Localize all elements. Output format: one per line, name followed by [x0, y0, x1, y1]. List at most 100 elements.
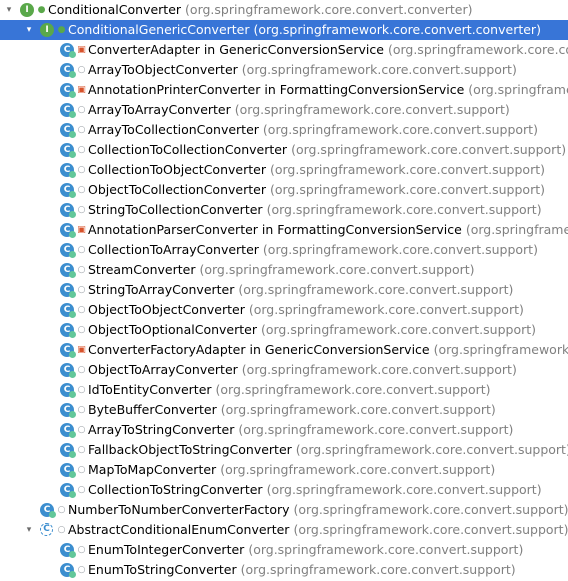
package-visibility-icon: ○	[77, 65, 86, 75]
tree-row-label: StringToArrayConverter (org.springframewo…	[88, 280, 513, 300]
package-visibility-icon: ○	[77, 485, 86, 495]
package-visibility-icon: ○	[77, 405, 86, 415]
package-visibility-icon: ○	[77, 545, 86, 555]
package-visibility-icon: ○	[77, 385, 86, 395]
tree-row[interactable]: C ○ StreamConverter (org.springframework.co…	[0, 260, 568, 280]
tree-row[interactable]: C ○ MapToMapConverter (org.springframework.…	[0, 460, 568, 480]
leaf-badge-icon	[69, 571, 76, 578]
tree-row[interactable]: C ○ ObjectToCollectionConverter (org.spring…	[0, 180, 568, 200]
private-lock-icon: ▣	[77, 345, 86, 355]
type-name: StreamConverter	[88, 262, 196, 277]
type-name: ObjectToOptionalConverter	[88, 322, 257, 337]
package-visibility-icon: ○	[77, 265, 86, 275]
tree-row[interactable]: C ○ ObjectToArrayConverter (org.springframe…	[0, 360, 568, 380]
type-name: AbstractConditionalEnumConverter	[68, 522, 290, 537]
tree-row[interactable]: C ▣ AnnotationPrinterConverter in Formatti…	[0, 80, 568, 100]
tree-row[interactable]: C ○ NumberToNumberConverterFactory (org.spr…	[0, 500, 568, 520]
leaf-badge-icon	[69, 231, 76, 238]
tree-row[interactable]: C ○ ArrayToCollectionConverter (org.springf…	[0, 120, 568, 140]
package-name: (org.springframework.core.convert.suppor…	[266, 202, 542, 217]
package-visibility-icon: ○	[77, 565, 86, 575]
package-visibility-icon: ○	[77, 185, 86, 195]
leaf-badge-icon	[69, 311, 76, 318]
tree-row[interactable]: ▾ I ● ConditionalGenericConverter (org.sprin…	[0, 20, 568, 40]
package-name: (org.springframework.core.convert.suppor…	[291, 142, 567, 157]
tree-row[interactable]: C ○ ArrayToObjectConverter (org.springframe…	[0, 60, 568, 80]
leaf-badge-icon	[69, 251, 76, 258]
tree-row[interactable]: C ○ ByteBufferConverter (org.springframewor…	[0, 400, 568, 420]
tree-row[interactable]: C ○ ObjectToObjectConverter (org.springfram…	[0, 300, 568, 320]
package-visibility-icon: ○	[77, 445, 86, 455]
tree-row[interactable]: C ○ FallbackObjectToStringConverter (org.sp…	[0, 440, 568, 460]
tree-row[interactable]: C ○ CollectionToArrayConverter (org.springf…	[0, 240, 568, 260]
tree-row[interactable]: C ▣ AnnotationParserConverter in Formattin…	[0, 220, 568, 240]
tree-row[interactable]: C ▣ ConverterFactoryAdapter in GenericConv…	[0, 340, 568, 360]
leaf-badge-icon	[69, 451, 76, 458]
tree-row[interactable]: ▾ I ● ConditionalConverter (org.springframew…	[0, 0, 568, 20]
public-visibility-icon: ●	[37, 5, 46, 15]
tree-row[interactable]: C ○ CollectionToStringConverter (org.spring…	[0, 480, 568, 500]
type-hierarchy-tree[interactable]: ▾ I ● ConditionalConverter (org.springframew…	[0, 0, 568, 581]
leaf-badge-icon	[69, 471, 76, 478]
package-visibility-icon: ○	[57, 505, 66, 515]
type-name: StringToArrayConverter	[88, 282, 235, 297]
expand-arrow-icon[interactable]: ▾	[4, 0, 14, 20]
package-name: (org.springframework.core.convert.suppor…	[215, 382, 491, 397]
package-name: (org.springframework.core.convert.suppor…	[262, 122, 538, 137]
tree-row-label: IdToEntityConverter (org.springframework.…	[88, 380, 491, 400]
tree-row[interactable]: C ○ ArrayToStringConverter (org.springframe…	[0, 420, 568, 440]
tree-row[interactable]: C ○ ArrayToArrayConverter (org.springframew…	[0, 100, 568, 120]
abstract-class-icon: C	[40, 523, 53, 536]
tree-row[interactable]: ▾ C ○ AbstractConditionalEnumConverter (org.…	[0, 520, 568, 540]
tree-row[interactable]: C ○ CollectionToCollectionConverter (org.sp…	[0, 140, 568, 160]
tree-row[interactable]: C ○ ObjectToOptionalConverter (org.springfr…	[0, 320, 568, 340]
package-name: (org.springframework.core.convert.suppor…	[240, 562, 516, 577]
public-visibility-icon: ●	[57, 25, 66, 35]
package-name: (org.springframework.core.convert.suppor…	[295, 442, 568, 457]
leaf-badge-icon	[69, 351, 76, 358]
leaf-badge-icon	[69, 211, 76, 218]
package-name: (org.springframework.core.convert.suppor…	[266, 482, 542, 497]
leaf-badge-icon	[69, 51, 76, 58]
tree-row-label: EnumToIntegerConverter (org.springframewo…	[88, 540, 523, 560]
package-name: (org.springframework.core.convert.suppor…	[269, 182, 545, 197]
tree-row-label: ConditionalConverter (org.springframework…	[48, 0, 472, 20]
type-name: ArrayToCollectionConverter	[88, 122, 259, 137]
tree-row[interactable]: C ○ IdToEntityConverter (org.springframewor…	[0, 380, 568, 400]
type-name: FallbackObjectToStringConverter	[88, 442, 292, 457]
leaf-badge-icon	[69, 551, 76, 558]
tree-row-label: ObjectToOptionalConverter (org.springfram…	[88, 320, 536, 340]
package-visibility-icon: ○	[77, 145, 86, 155]
type-name: ObjectToArrayConverter	[88, 362, 238, 377]
tree-row[interactable]: C ○ CollectionToObjectConverter (org.spring…	[0, 160, 568, 180]
package-name: (org.springframework.core.convert.conver…	[253, 22, 541, 37]
leaf-badge-icon	[69, 411, 76, 418]
tree-row-label: CollectionToObjectConverter (org.springfr…	[88, 160, 545, 180]
package-visibility-icon: ○	[77, 125, 86, 135]
package-name: (org.springframework.core.convert.suppor…	[293, 522, 568, 537]
tree-row-label: CollectionToCollectionConverter (org.spri…	[88, 140, 566, 160]
tree-row[interactable]: C ▣ ConverterAdapter in GenericConversionS…	[0, 40, 568, 60]
tree-row-label: CollectionToArrayConverter (org.springfra…	[88, 240, 538, 260]
type-name: ConverterAdapter in GenericConversionSer…	[88, 42, 384, 57]
leaf-badge-icon	[69, 191, 76, 198]
package-name: (org.springframework.core.convert.suppor…	[234, 102, 510, 117]
package-visibility-icon: ○	[77, 425, 86, 435]
expand-arrow-icon[interactable]: ▾	[24, 20, 34, 40]
package-name: (org.springframework.core.convert.suppor…	[248, 302, 524, 317]
leaf-badge-icon	[69, 91, 76, 98]
tree-row-label: ArrayToStringConverter (org.springframewo…	[88, 420, 513, 440]
tree-row[interactable]: C ○ StringToCollectionConverter (org.spring…	[0, 200, 568, 220]
package-name: (org.springframework.core.convert.suppor…	[262, 242, 538, 257]
tree-row[interactable]: C ○ StringToArrayConverter (org.springframe…	[0, 280, 568, 300]
type-name: AnnotationParserConverter in FormattingC…	[88, 222, 462, 237]
type-name: AnnotationPrinterConverter in Formatting…	[88, 82, 465, 97]
tree-row[interactable]: C ○ EnumToIntegerConverter (org.springframe…	[0, 540, 568, 560]
tree-row[interactable]: C ○ EnumToStringConverter (org.springframew…	[0, 560, 568, 580]
type-name: ArrayToArrayConverter	[88, 102, 231, 117]
tree-row-label: ObjectToArrayConverter (org.springframewo…	[88, 360, 517, 380]
expand-arrow-icon[interactable]: ▾	[24, 520, 34, 540]
type-name: ArrayToObjectConverter	[88, 62, 238, 77]
leaf-badge-icon	[69, 331, 76, 338]
private-lock-icon: ▣	[77, 45, 86, 55]
